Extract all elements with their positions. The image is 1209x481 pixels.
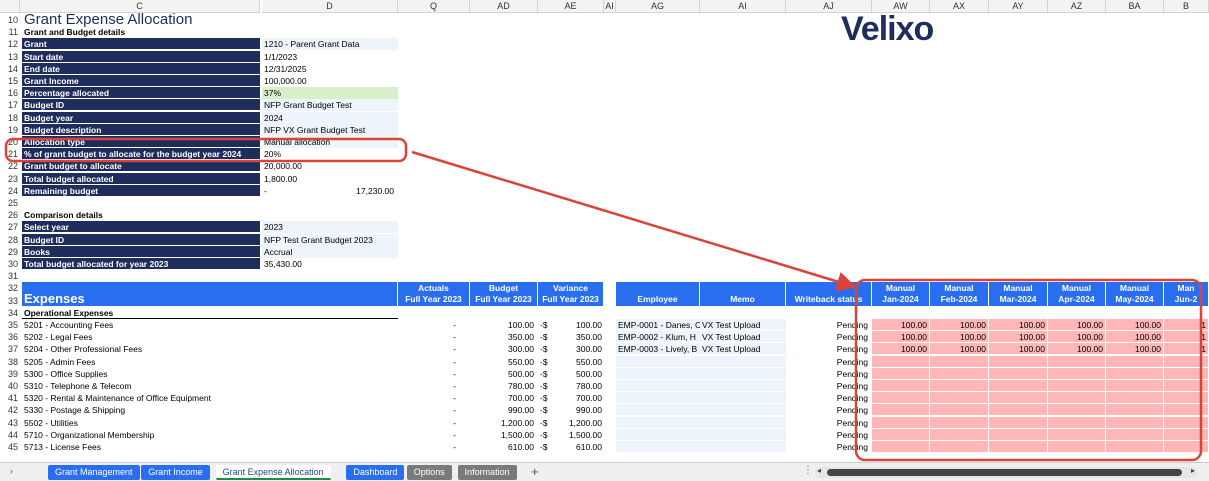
sheet-tab[interactable]: Grant Income xyxy=(141,465,210,480)
annotation-box-allocation-type xyxy=(4,137,408,163)
scroll-left-icon[interactable]: › xyxy=(10,466,13,476)
sheet-tab[interactable]: Options xyxy=(406,465,452,480)
scroll-right-arrow-icon[interactable]: ▸ xyxy=(1191,466,1195,475)
sheet-tab[interactable]: Dashboard xyxy=(346,465,405,480)
spreadsheet: C D Q AD AE AI AG AI AJ AW AX AY AZ BA B 10 11 12 13 14 15 1… xyxy=(0,0,1209,481)
more-options-icon[interactable]: ⋮ xyxy=(803,465,813,476)
sheet-tab[interactable]: Information xyxy=(457,465,517,480)
sheet-tab-bar: › Grant Management Grant Income Grant Expe… xyxy=(0,462,1209,481)
add-sheet-button[interactable]: + xyxy=(531,464,539,479)
scroll-left-arrow-icon[interactable]: ◂ xyxy=(817,466,821,475)
horizontal-scrollbar[interactable]: ◂ ▸ xyxy=(815,466,1197,478)
sheet-tab[interactable]: Grant Expense Allocation xyxy=(215,465,331,480)
annotation-box-months xyxy=(854,278,1203,462)
annotation-overlay xyxy=(4,137,1203,462)
sheet-tab[interactable]: Grant Management xyxy=(48,465,140,480)
scrollbar-thumb[interactable] xyxy=(827,469,1182,476)
annotation-arrow xyxy=(411,150,857,292)
